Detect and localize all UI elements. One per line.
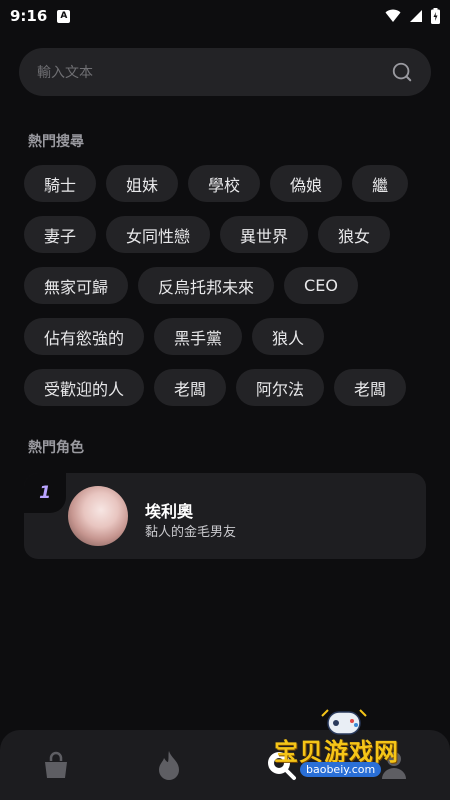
- search-tag[interactable]: 妻子: [24, 216, 97, 253]
- search-placeholder: 輸入文本: [37, 65, 93, 81]
- flame-icon: [158, 751, 179, 780]
- nav-bag[interactable]: [36, 745, 76, 785]
- signal-icon: [410, 10, 422, 22]
- search-tag[interactable]: 女同性戀: [106, 216, 211, 253]
- notification-icon: A: [57, 9, 71, 23]
- nav-flame[interactable]: [149, 745, 189, 785]
- search-tag[interactable]: CEO: [284, 267, 358, 304]
- status-icons: [385, 8, 440, 24]
- search-tag[interactable]: 反烏托邦未來: [138, 267, 275, 304]
- bag-icon: [45, 751, 68, 778]
- search-tag[interactable]: 阿尔法: [236, 369, 325, 406]
- search-tag[interactable]: 狼人: [252, 318, 325, 355]
- hot-search-tags: 騎士 姐妹 學校 偽娘繼妻子 女同性戀 異世界 狼女無家可歸 反烏托邦未來 CEO 佔有慾強的 黑手…: [24, 165, 426, 406]
- rank-badge: 1: [24, 473, 66, 513]
- search-tag[interactable]: 老闆: [154, 369, 227, 406]
- search-input[interactable]: 輸入文本: [19, 48, 431, 96]
- battery-icon: [431, 8, 440, 24]
- search-tag[interactable]: 佔有慾強的: [24, 318, 145, 355]
- watermark-url: baobeiy.com: [300, 762, 382, 777]
- hot-characters-title: 熱門角色: [28, 440, 84, 456]
- status-time: 9:16: [10, 7, 48, 25]
- search-tag[interactable]: 異世界: [220, 216, 309, 253]
- search-tag[interactable]: 狼女: [318, 216, 391, 253]
- watermark: 宝贝游戏网 baobeiy.com: [270, 706, 430, 788]
- search-tag[interactable]: 黑手黨: [154, 318, 243, 355]
- character-description: 黏人的金毛男友: [145, 525, 237, 540]
- search-tag[interactable]: 無家可歸: [24, 267, 129, 304]
- character-card[interactable]: 1 埃利奧 黏人的金毛男友: [24, 473, 426, 559]
- search-icon[interactable]: [391, 61, 413, 83]
- hot-search-title: 熱門搜尋: [28, 134, 84, 150]
- search-tag[interactable]: 騎士: [24, 165, 97, 202]
- search-tag[interactable]: 受歡迎的人: [24, 369, 145, 406]
- search-tag[interactable]: 學校: [188, 165, 261, 202]
- search-tag[interactable]: 偽娘: [270, 165, 343, 202]
- status-bar: 9:16 A: [0, 0, 450, 32]
- search-tag[interactable]: 繼: [352, 165, 409, 202]
- avatar: [68, 486, 128, 546]
- search-tag[interactable]: 老闆: [334, 369, 407, 406]
- wifi-icon: [385, 9, 401, 22]
- search-tag[interactable]: 姐妹: [106, 165, 179, 202]
- character-name: 埃利奧: [145, 502, 194, 521]
